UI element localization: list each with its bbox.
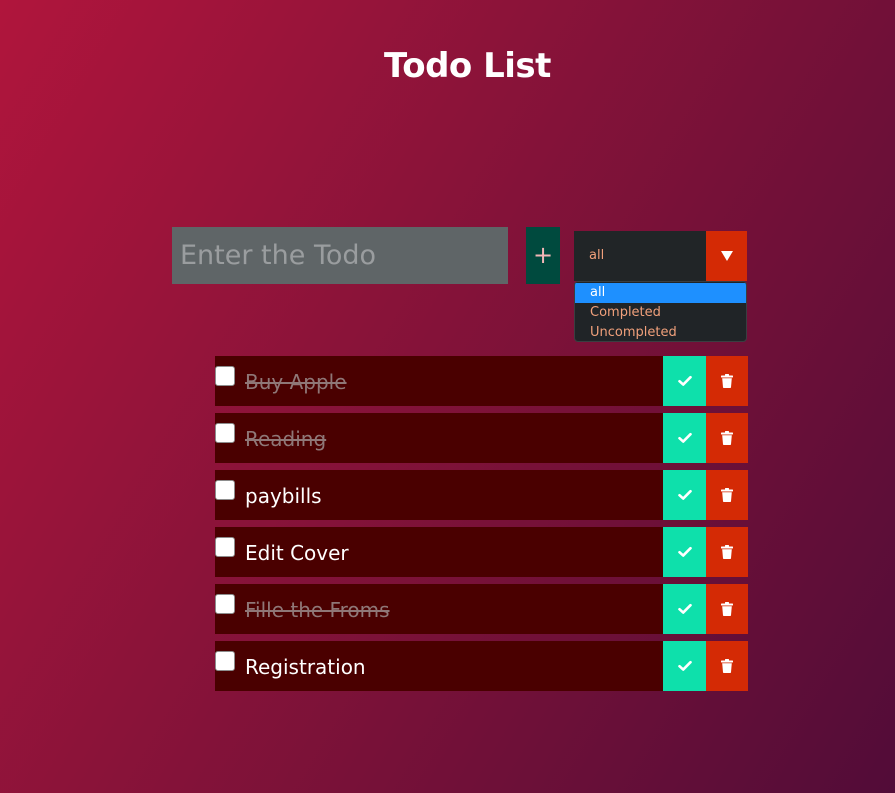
filter-option-uncompleted[interactable]: Uncompleted [575, 323, 746, 341]
complete-button[interactable] [663, 356, 706, 406]
todo-item: Reading [215, 413, 748, 463]
filter-selected-value: all [589, 248, 605, 263]
todo-text: paybills [245, 484, 322, 508]
todo-checkbox[interactable] [215, 651, 235, 671]
todo-checkbox[interactable] [215, 537, 235, 557]
todo-checkbox[interactable] [215, 594, 235, 614]
todo-text: Registration [245, 655, 366, 679]
todo-input[interactable] [172, 227, 508, 284]
delete-button[interactable] [706, 584, 748, 634]
complete-button[interactable] [663, 527, 706, 577]
caret-down-icon[interactable] [706, 231, 747, 281]
complete-button[interactable] [663, 584, 706, 634]
todo-item: Edit Cover [215, 527, 748, 577]
delete-button[interactable] [706, 413, 748, 463]
todo-text: Edit Cover [245, 541, 349, 565]
filter-option-completed[interactable]: Completed [575, 303, 746, 323]
todo-text: Buy Apple [245, 370, 347, 394]
delete-button[interactable] [706, 470, 748, 520]
todo-item: paybills [215, 470, 748, 520]
todo-item: Fille the Froms [215, 584, 748, 634]
todo-checkbox[interactable] [215, 480, 235, 500]
complete-button[interactable] [663, 470, 706, 520]
todo-checkbox[interactable] [215, 366, 235, 386]
delete-button[interactable] [706, 356, 748, 406]
todo-text: Fille the Froms [245, 598, 390, 622]
complete-button[interactable] [663, 641, 706, 691]
filter-select[interactable]: all [574, 231, 747, 281]
plus-icon: + [532, 241, 554, 269]
filter-option-all[interactable]: all [575, 283, 746, 303]
add-todo-button[interactable]: + [526, 227, 560, 284]
page-title: Todo List [384, 46, 551, 86]
todo-checkbox[interactable] [215, 423, 235, 443]
todo-item: Buy Apple [215, 356, 748, 406]
todo-item: Registration [215, 641, 748, 691]
delete-button[interactable] [706, 527, 748, 577]
filter-dropdown: all Completed Uncompleted [574, 281, 747, 342]
complete-button[interactable] [663, 413, 706, 463]
delete-button[interactable] [706, 641, 748, 691]
todo-text: Reading [245, 427, 327, 451]
